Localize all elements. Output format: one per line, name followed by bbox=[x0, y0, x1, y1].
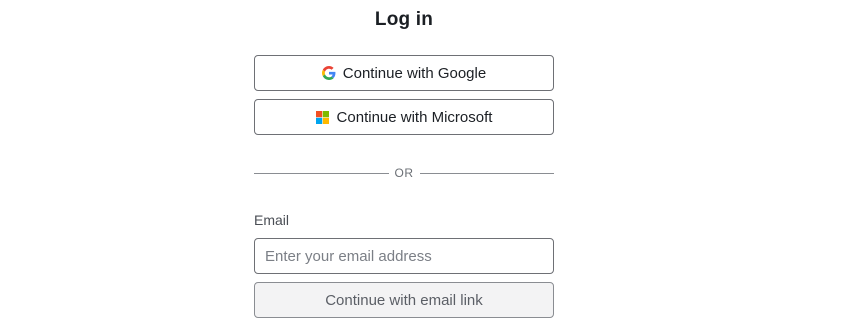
microsoft-button-label: Continue with Microsoft bbox=[336, 108, 493, 126]
or-divider: OR bbox=[254, 165, 554, 181]
divider-line-right bbox=[419, 172, 554, 174]
email-label: Email bbox=[254, 212, 290, 228]
page-title: Log in bbox=[374, 9, 434, 30]
google-button-label: Continue with Google bbox=[342, 64, 487, 82]
microsoft-icon bbox=[316, 110, 330, 124]
login-page: Log in Continue with Google Continue wit… bbox=[0, 0, 852, 335]
continue-with-google-button[interactable]: Continue with Google bbox=[254, 55, 554, 91]
divider-label: OR bbox=[394, 166, 414, 180]
google-icon bbox=[321, 66, 336, 80]
continue-with-microsoft-button[interactable]: Continue with Microsoft bbox=[254, 99, 554, 135]
divider-line-left bbox=[254, 172, 389, 174]
continue-with-email-link-button[interactable]: Continue with email link bbox=[254, 282, 554, 318]
email-input[interactable] bbox=[254, 238, 554, 274]
